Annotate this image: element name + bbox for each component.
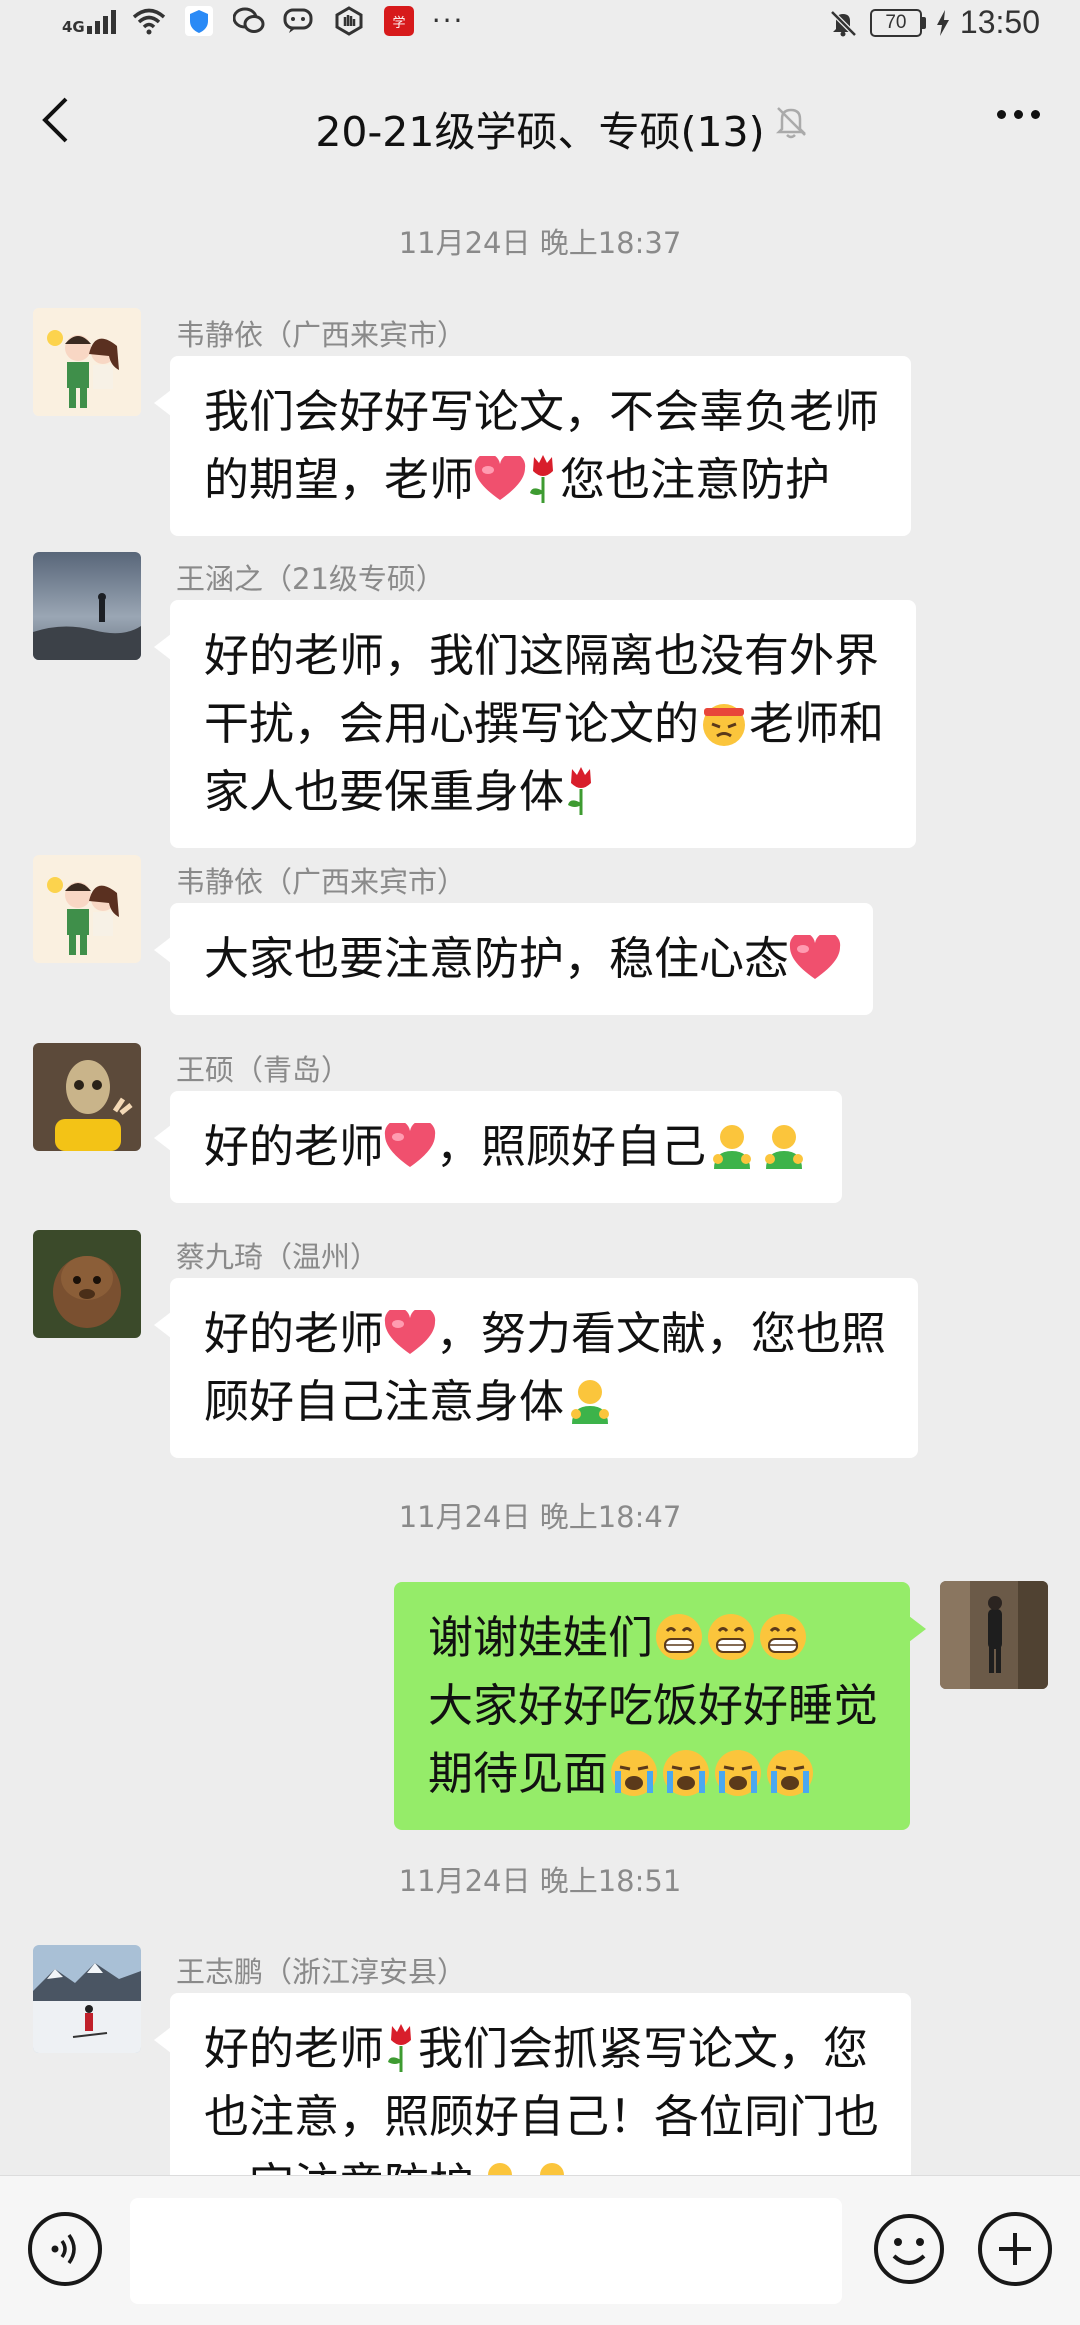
- message-text-line: 顾好自己注意身体: [204, 1368, 886, 1436]
- message-text-line: 家人也要保重身体: [204, 758, 884, 826]
- shield-app-icon: [182, 6, 216, 36]
- voice-button[interactable]: [28, 2212, 102, 2286]
- message-text-line: 干扰，会用心撰写论文的 老师和: [204, 697, 885, 750]
- timestamp: 11月24日 晚上18:37: [398, 226, 682, 260]
- heart-emoji: [789, 935, 841, 979]
- avatar[interactable]: [33, 308, 141, 416]
- message-text: 我们会好好写论文，不会辜负老师: [204, 385, 880, 438]
- battery-icon: 70: [869, 8, 926, 37]
- determined-emoji: [703, 704, 746, 746]
- cry-emoji: [767, 1750, 813, 1796]
- message-input[interactable]: [130, 2198, 842, 2304]
- hug-emoji: [765, 1125, 804, 1169]
- sender-name: 王志鹏（浙江淳安县）: [176, 1955, 467, 1989]
- sender-name: 韦静依（广西来宾市）: [176, 318, 467, 352]
- emoji-button[interactable]: [872, 2212, 946, 2286]
- avatar[interactable]: [33, 1043, 141, 1151]
- avatar[interactable]: [33, 552, 141, 660]
- message-bubble[interactable]: 我们会好好写论文，不会辜负老师 的期望，老师 您也注意防护: [153, 356, 912, 536]
- message-bubble-self[interactable]: 谢谢娃娃们 大家好好吃饭好好睡觉 期待见面: [393, 1582, 927, 1830]
- study-app-icon: 学: [382, 6, 416, 36]
- sender-name: 韦静依（广西来宾市）: [176, 865, 467, 899]
- message-bubble[interactable]: 大家也要注意防护，稳住心态: [153, 903, 874, 1015]
- cry-emoji: [611, 1750, 657, 1796]
- grin-emoji: [656, 1614, 702, 1660]
- wifi-icon: [132, 6, 166, 36]
- charging-icon: [936, 9, 949, 36]
- message-bubble[interactable]: 好的老师 ，努力看文献，您也照 顾好自己注意身体: [153, 1278, 919, 1458]
- cry-emoji: [715, 1750, 761, 1796]
- mute-icon: [826, 8, 860, 38]
- hug-emoji: [571, 1380, 610, 1424]
- sender-name: 王涵之（21级专硕）: [176, 562, 445, 596]
- clock: 13:50: [959, 4, 1040, 40]
- heart-emoji: [384, 1310, 436, 1354]
- timestamp: 11月24日 晚上18:51: [398, 1864, 682, 1898]
- avatar[interactable]: [33, 855, 141, 963]
- wechat-icon: [232, 6, 266, 36]
- message-text-line: 好的老师 ，努力看文献，您也照: [204, 1307, 887, 1360]
- chat-title: 20-21级学硕、专硕(13): [315, 108, 765, 156]
- message-text-line: 好的老师 ，照顾好自己: [204, 1113, 810, 1181]
- chat-app-icon: [282, 6, 316, 36]
- grin-emoji: [708, 1614, 754, 1660]
- emoji-icon: [874, 2214, 944, 2284]
- message-text: 大家好好吃饭好好睡觉: [427, 1679, 878, 1732]
- heart-emoji: [384, 1123, 436, 1167]
- cry-emoji: [663, 1750, 709, 1796]
- message-text-line: 谢谢娃娃们: [428, 1604, 878, 1672]
- message-text-line: 好的老师 我们会抓紧写论文，您: [204, 2022, 869, 2075]
- avatar[interactable]: [33, 1230, 141, 1338]
- sender-name: 王硕（青岛）: [176, 1053, 351, 1087]
- message-text-line: 大家也要注意防护，稳住心态: [204, 925, 841, 993]
- more-notifications-icon: ···: [431, 4, 465, 37]
- message-bubble[interactable]: 好的老师，我们这隔离也没有外界 干扰，会用心撰写论文的 老师和 家人也要保重身体: [153, 600, 917, 848]
- hug-emoji: [713, 1125, 752, 1169]
- grin-emoji: [760, 1614, 806, 1660]
- network-type: 4G: [62, 18, 85, 36]
- hand-app-icon: [332, 6, 366, 36]
- plus-icon: [999, 2233, 1031, 2265]
- svg-text:学: 学: [392, 15, 405, 31]
- status-bar: 4G 学 ··· 70 13:50: [0, 0, 1080, 50]
- signal-icon: [86, 8, 116, 34]
- message-text-line: 期待见面: [428, 1740, 878, 1808]
- more-button[interactable]: [997, 110, 1040, 119]
- mute-bell-icon: [772, 102, 810, 144]
- sender-name: 蔡九琦（温州）: [176, 1240, 380, 1274]
- message-text: 好的老师，我们这隔离也没有外界: [204, 629, 880, 682]
- avatar[interactable]: [940, 1581, 1048, 1689]
- plus-button[interactable]: [978, 2212, 1052, 2286]
- voice-icon: [51, 2233, 76, 2265]
- chat-header: 20-21级学硕、专硕(13): [0, 50, 1080, 190]
- rose-emoji: [530, 455, 554, 503]
- rose-emoji: [568, 767, 592, 815]
- input-bar: [0, 2175, 1080, 2325]
- timestamp: 11月24日 晚上18:47: [398, 1500, 682, 1534]
- message-text-line: 的期望，老师 您也注意防护: [204, 453, 831, 506]
- message-bubble[interactable]: 好的老师 ，照顾好自己: [153, 1091, 843, 1203]
- heart-emoji: [474, 456, 526, 500]
- message-text: 也注意，照顾好自己！各位同门也: [204, 2090, 880, 2143]
- rose-emoji: [388, 2024, 412, 2072]
- avatar[interactable]: [33, 1945, 141, 2053]
